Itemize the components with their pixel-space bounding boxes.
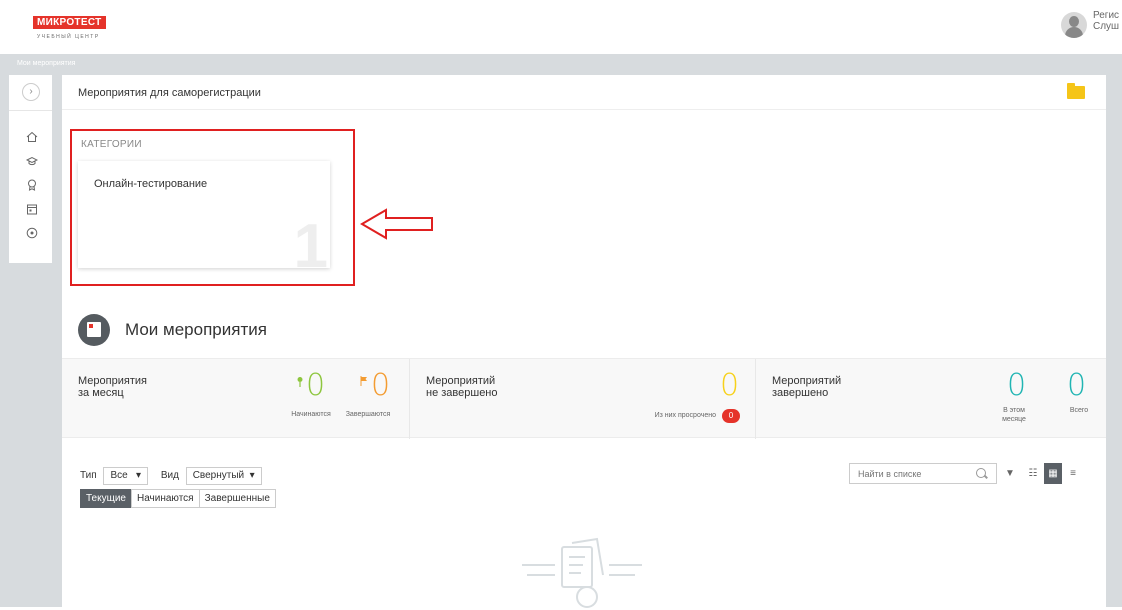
tab-current[interactable]: Текущие xyxy=(80,489,132,508)
sidebar-divider xyxy=(9,110,52,111)
section-title: Мои мероприятия xyxy=(125,320,267,339)
sidebar-toggle-button[interactable]: › xyxy=(22,83,40,101)
categories-highlight-box: КАТЕГОРИИ Онлайн-тестирование 1 xyxy=(70,129,355,286)
graduation-cap-icon[interactable] xyxy=(26,155,38,167)
events-section-icon xyxy=(78,314,110,346)
stat-unfinished-label: Мероприятий не завершено xyxy=(426,375,498,399)
calendar-icon[interactable] xyxy=(26,203,38,215)
user-role-line1: Регис xyxy=(1093,10,1120,21)
annotation-arrow xyxy=(360,208,433,240)
stat-ending-value: 0 xyxy=(371,368,391,403)
logo[interactable]: МИКРОТЕСТ УЧЕБНЫЙ ЦЕНТР xyxy=(33,12,111,42)
tab-finished[interactable]: Завершенные xyxy=(198,489,276,508)
folder-icon[interactable] xyxy=(1067,83,1085,99)
type-label: Тип xyxy=(80,470,97,481)
grid-view-icon[interactable]: ▦ xyxy=(1044,463,1062,484)
view-label: Вид xyxy=(160,470,179,481)
stat-starting-value: 0 xyxy=(306,368,326,403)
pin-icon xyxy=(297,377,303,387)
stat-month: Мероприятия за месяц 0 0 Начинаются Заве… xyxy=(62,359,410,439)
stat-finished-month-label: В этом месяце xyxy=(1002,407,1026,423)
stat-unfinished-value: 0 xyxy=(720,368,740,403)
page-title: Мероприятия для саморегистрации xyxy=(78,87,261,99)
type-select[interactable]: Все ▾ xyxy=(103,467,149,485)
stat-finished: Мероприятий завершено 0 0 В этом месяце … xyxy=(756,359,1106,439)
home-icon[interactable] xyxy=(26,131,38,143)
top-bar: МИКРОТЕСТ УЧЕБНЫЙ ЦЕНТР Регис Слуш xyxy=(0,0,1122,54)
category-name: Онлайн-тестирование xyxy=(94,178,208,190)
view-select[interactable]: Свернутый ▾ xyxy=(185,467,262,485)
tab-starting[interactable]: Начинаются xyxy=(130,489,200,508)
category-card[interactable]: Онлайн-тестирование 1 xyxy=(78,161,330,278)
sidebar: › xyxy=(9,75,52,263)
status-tabs: Текущие Начинаются Завершенные xyxy=(80,489,276,508)
user-avatar[interactable] xyxy=(1061,12,1087,38)
breadcrumb[interactable]: Мои мероприятия xyxy=(17,60,75,67)
flag-icon xyxy=(360,376,367,386)
stat-overdue-label: Из них просрочено xyxy=(654,412,716,419)
stats-bar: Мероприятия за месяц 0 0 Начинаются Заве… xyxy=(62,358,1106,439)
stat-month-label: Мероприятия за месяц xyxy=(78,375,147,399)
filters-bar: Тип Все ▾ Вид Свернутый ▾ xyxy=(80,467,272,485)
stat-unfinished: Мероприятий не завершено 0 Из них просро… xyxy=(410,359,756,439)
overdue-badge: 0 xyxy=(722,409,740,423)
category-count: 1 xyxy=(293,212,328,281)
search-icon[interactable] xyxy=(976,468,986,478)
main-header: Мероприятия для саморегистрации xyxy=(62,75,1106,110)
stat-finished-label: Мероприятий завершено xyxy=(772,375,842,399)
logo-subtitle: УЧЕБНЫЙ ЦЕНТР xyxy=(37,34,100,40)
empty-state-illustration xyxy=(522,537,642,608)
stat-ending-label: Завершаются xyxy=(345,411,391,418)
award-icon[interactable] xyxy=(26,179,38,191)
categories-label: КАТЕГОРИИ xyxy=(81,139,142,150)
list-view-small-icon[interactable]: ☷ xyxy=(1024,463,1042,484)
user-role-line2: Слуш xyxy=(1093,21,1120,32)
search-input[interactable] xyxy=(849,463,997,484)
play-circle-icon[interactable] xyxy=(26,227,38,239)
filter-icon[interactable]: ▼ xyxy=(1001,463,1019,484)
stat-finished-month-value: 0 xyxy=(1007,368,1027,403)
list-view-icon[interactable]: ≡ xyxy=(1064,463,1082,484)
main-panel: Мероприятия для саморегистрации КАТЕГОРИ… xyxy=(62,75,1106,608)
user-info[interactable]: Регис Слуш xyxy=(1093,10,1119,32)
stat-finished-total-value: 0 xyxy=(1067,368,1087,403)
stat-finished-total-label: Всего xyxy=(1069,407,1089,414)
stat-starting-label: Начинаются xyxy=(291,411,331,418)
logo-text: МИКРОТЕСТ xyxy=(33,16,106,29)
